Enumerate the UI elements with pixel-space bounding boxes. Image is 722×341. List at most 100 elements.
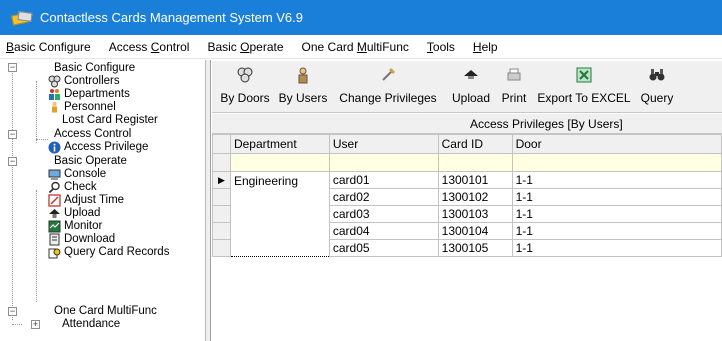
privileges-grid-panel: Access Privileges [By Users] Department … [212, 114, 722, 341]
person-icon [48, 101, 61, 114]
info-icon [48, 141, 61, 154]
menu-basic-configure[interactable]: Basic Configure [0, 35, 100, 59]
tree-upload[interactable]: Upload [48, 207, 100, 220]
grid-caption: Access Privileges [By Users] [212, 114, 722, 134]
tree-access-control[interactable]: Access Control [54, 128, 131, 141]
collapse-one-card-multifunc-toggle[interactable]: − [8, 307, 17, 316]
navigation-tree[interactable]: − Basic Configure Controllers Department… [0, 60, 206, 341]
cell-door[interactable]: 1-1 [511, 188, 722, 206]
upload-icon [462, 66, 480, 87]
grid-header-row: Department User Card ID Door [212, 134, 722, 154]
tree-one-card-multifunc[interactable]: One Card MultiFunc [54, 305, 157, 318]
row-indicator [212, 239, 231, 257]
filter-cell-user[interactable] [328, 153, 439, 172]
tree-root-connector [12, 68, 13, 320]
tree-access-privilege[interactable]: Access Privilege [48, 141, 148, 154]
column-header-department[interactable]: Department [229, 134, 330, 154]
privileges-grid[interactable]: Department User Card ID Door ▶ Engineeri… [212, 134, 722, 257]
console-icon [48, 168, 61, 181]
column-header-door[interactable]: Door [511, 134, 722, 154]
cell-card-id[interactable]: 1300101 [437, 171, 513, 189]
cell-card-id[interactable]: 1300103 [437, 205, 513, 223]
tree-branch-connector [12, 324, 22, 325]
collapse-access-control-toggle[interactable]: − [8, 130, 17, 139]
tree-download[interactable]: Download [48, 233, 115, 246]
row-indicator [212, 188, 231, 206]
window-title: Contactless Cards Management System V6.9 [40, 10, 304, 25]
check-magnifier-icon [48, 181, 61, 194]
cell-door[interactable]: 1-1 [511, 222, 722, 240]
cell-card-id[interactable]: 1300105 [437, 239, 513, 257]
upload-icon [48, 207, 61, 220]
tree-branch-connector [36, 139, 48, 140]
expand-attendance-toggle[interactable]: + [31, 320, 40, 329]
tree-personnel[interactable]: Personnel [48, 101, 116, 114]
export-to-excel-button[interactable]: Export To EXCEL [534, 65, 634, 111]
tree-controllers[interactable]: Controllers [48, 75, 120, 88]
menu-basic-operate[interactable]: Basic Operate [198, 35, 292, 59]
column-header-card-id[interactable]: Card ID [437, 134, 513, 154]
menu-access-control[interactable]: Access Control [100, 35, 199, 59]
table-row[interactable]: ▶ Engineering card01 1300101 1-1 [212, 171, 722, 257]
departments-icon [48, 88, 61, 101]
title-bar: Contactless Cards Management System V6.9 [0, 0, 722, 35]
cell-user[interactable]: card03 [328, 205, 439, 223]
cell-door[interactable]: 1-1 [511, 205, 722, 223]
app-cards-icon [11, 10, 34, 26]
filter-cell-department[interactable] [229, 153, 330, 172]
by-users-button[interactable]: By Users [276, 65, 330, 111]
collapse-basic-operate-toggle[interactable]: − [8, 157, 17, 166]
query-records-icon [48, 246, 61, 259]
tree-adjust-time[interactable]: Adjust Time [48, 194, 124, 207]
monitor-icon [48, 220, 61, 233]
tree-branch-connector [36, 190, 37, 302]
tree-lost-card-register[interactable]: Lost Card Register [62, 114, 158, 127]
tree-basic-operate[interactable]: Basic Operate [54, 155, 127, 168]
controllers-icon [48, 75, 61, 88]
cell-door[interactable]: 1-1 [511, 171, 722, 189]
menu-one-card-multifunc[interactable]: One Card MultiFunc [293, 35, 418, 59]
by-doors-button[interactable]: By Doors [216, 65, 274, 111]
cell-user[interactable]: card05 [328, 239, 439, 257]
filter-row[interactable] [212, 153, 722, 172]
query-button[interactable]: Query [637, 65, 677, 111]
menu-help[interactable]: Help [464, 35, 507, 59]
cell-card-id[interactable]: 1300102 [437, 188, 513, 206]
row-header-corner [212, 134, 231, 154]
cell-card-id[interactable]: 1300104 [437, 222, 513, 240]
binoculars-icon [648, 66, 666, 87]
current-row-indicator: ▶ [212, 171, 231, 189]
tree-basic-configure[interactable]: Basic Configure [54, 62, 135, 75]
column-header-user[interactable]: User [328, 134, 439, 154]
cell-door[interactable]: 1-1 [511, 239, 722, 257]
tree-branch-connector [36, 81, 37, 143]
print-button[interactable]: Print [498, 65, 530, 111]
tree-monitor[interactable]: Monitor [48, 220, 102, 233]
pane-splitter[interactable] [206, 60, 211, 341]
row-indicator [212, 153, 231, 172]
download-icon [48, 233, 61, 246]
tree-attendance[interactable]: Attendance [62, 318, 120, 331]
adjust-time-icon [48, 194, 61, 207]
cell-user[interactable]: card04 [328, 222, 439, 240]
users-icon [294, 66, 312, 87]
menu-tools[interactable]: Tools [418, 35, 464, 59]
tree-query-card-records[interactable]: Query Card Records [48, 246, 169, 259]
tree-check[interactable]: Check [48, 181, 97, 194]
change-privileges-icon [379, 66, 397, 87]
cell-user[interactable]: card02 [328, 188, 439, 206]
row-indicator [212, 222, 231, 240]
cell-department[interactable]: Engineering [229, 171, 330, 257]
tree-departments[interactable]: Departments [48, 88, 130, 101]
tree-console[interactable]: Console [48, 168, 106, 181]
collapse-basic-configure-toggle[interactable]: − [8, 63, 17, 72]
filter-cell-door[interactable] [511, 153, 722, 172]
doors-icon [236, 66, 254, 87]
upload-button[interactable]: Upload [448, 65, 494, 111]
cell-user[interactable]: card01 [328, 171, 439, 189]
toolbar: By Doors By Users Change Privileges Uplo… [212, 60, 722, 113]
excel-icon [575, 66, 593, 87]
filter-cell-card-id[interactable] [437, 153, 513, 172]
change-privileges-button[interactable]: Change Privileges [335, 65, 441, 111]
printer-icon [505, 66, 523, 87]
